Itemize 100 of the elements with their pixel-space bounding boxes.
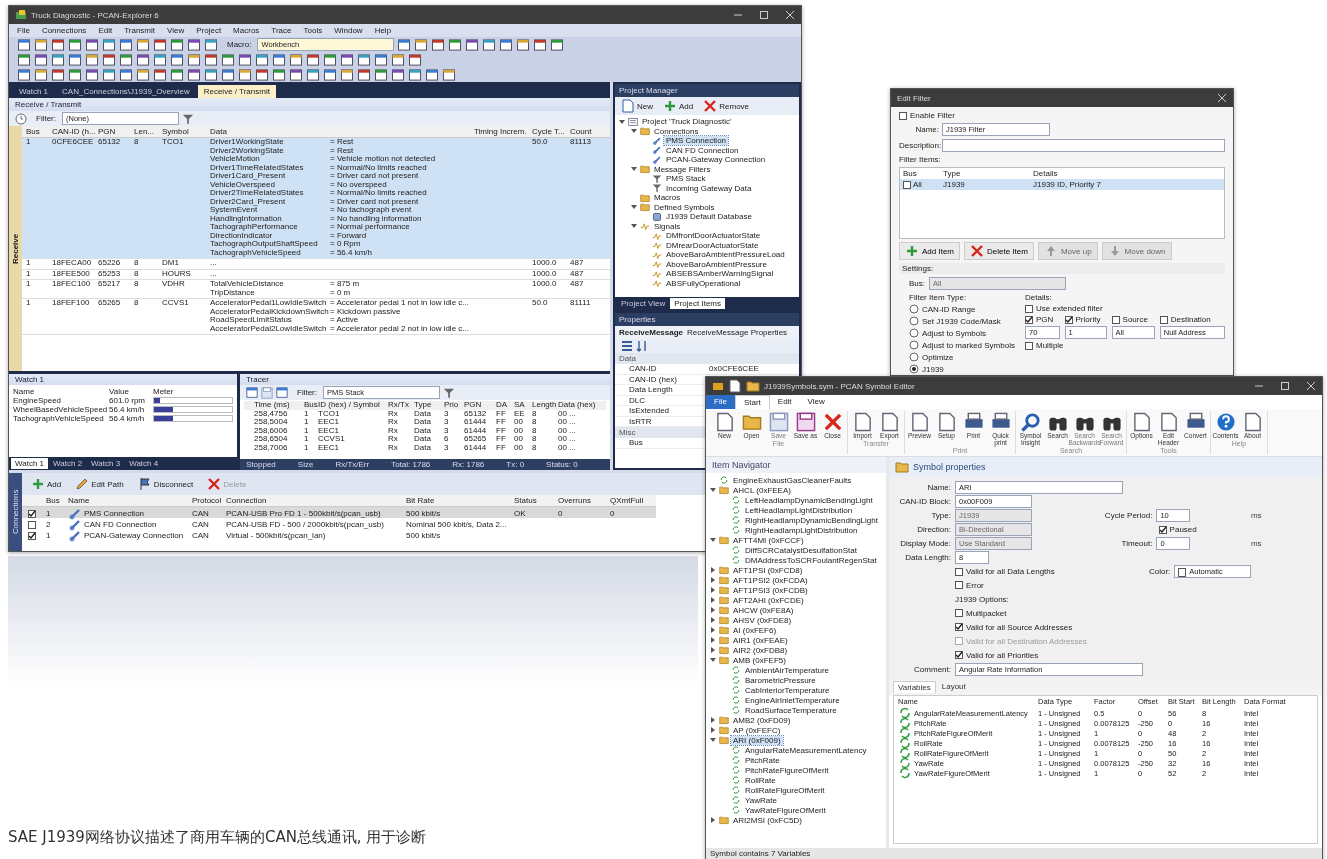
window-icon[interactable] [17, 53, 31, 66]
expander-icon[interactable] [709, 566, 717, 574]
expander-icon[interactable] [709, 606, 717, 614]
expander-icon[interactable] [618, 117, 626, 126]
tree-item[interactable]: Macros [652, 193, 683, 203]
menu-item[interactable]: Transmit [124, 26, 155, 35]
tree-item[interactable]: Defined Symbols [652, 202, 717, 212]
checkbox[interactable] [1025, 304, 1033, 313]
column-header[interactable]: Protocol [192, 495, 222, 506]
checkbox[interactable] [28, 510, 36, 518]
checkbox[interactable] [903, 180, 911, 189]
column-header[interactable]: Meter [153, 387, 233, 396]
window-icon[interactable] [374, 68, 388, 81]
menu-item[interactable]: Tools [303, 26, 323, 35]
tree-item[interactable]: AMB2 (0xFD09) [731, 715, 793, 725]
window-icon[interactable] [550, 38, 565, 51]
menu-item[interactable]: Trace [271, 26, 292, 35]
tree-item[interactable]: RollRateFigureOfMerit [743, 785, 827, 795]
tree-item[interactable]: AboveBaroAmbientPressureLoad [664, 250, 787, 260]
expander-icon[interactable] [709, 536, 717, 544]
window-icon[interactable] [119, 53, 133, 66]
table-row[interactable]: 1 PMS Connection CAN PCAN-USB Pro FD 1 - 500kbit/s(pcan_usb) 500 kbit/s OK 0 0 [22, 507, 656, 518]
toolbar-button[interactable]: Edit Path [72, 476, 127, 492]
tree-item[interactable]: AMB (0xFEF5) [731, 655, 788, 665]
expander-icon[interactable] [709, 486, 717, 494]
tab[interactable]: Watch 1 [13, 85, 55, 98]
window-icon[interactable] [408, 68, 422, 81]
window-icon[interactable] [272, 53, 286, 66]
column-header[interactable]: DA [496, 401, 514, 410]
close-icon[interactable] [1217, 93, 1227, 103]
window-icon[interactable] [306, 68, 320, 81]
window-icon[interactable] [482, 38, 497, 51]
tree-item[interactable]: DMrearDoorActuatorState [664, 240, 761, 250]
close-icon[interactable] [785, 10, 795, 20]
column-header[interactable]: Rx/Tx [388, 401, 414, 410]
checkbox[interactable] [955, 581, 963, 589]
tree-item[interactable]: Message Filters [652, 164, 713, 174]
tree-item[interactable]: RollRate [743, 775, 778, 785]
checkbox[interactable] [28, 532, 36, 540]
tree-item[interactable]: AngularRateMeasurementLatency [743, 745, 869, 755]
expander-icon[interactable] [709, 716, 717, 724]
window-icon[interactable] [34, 53, 48, 66]
column-header[interactable]: PGN [464, 401, 496, 410]
checkbox[interactable] [1158, 525, 1167, 534]
category-icon[interactable] [621, 340, 633, 352]
window-icon[interactable] [204, 38, 218, 51]
column-header[interactable]: PGN [98, 127, 130, 136]
window-icon[interactable] [408, 53, 422, 66]
window-icon[interactable] [102, 38, 116, 51]
tree-item[interactable]: ABSEBSAmberWarningSignal [664, 269, 776, 279]
tab[interactable]: CAN_Connections\J1939_Overview [56, 85, 196, 98]
window-icon[interactable] [289, 53, 303, 66]
column-header[interactable]: Type [943, 169, 1033, 178]
window-icon[interactable] [51, 38, 65, 51]
tree-item[interactable]: RightHeadlampLightDistribution [743, 525, 860, 535]
expander-icon[interactable] [709, 636, 717, 644]
column-header[interactable]: QXmtFull [610, 495, 650, 506]
table-row[interactable]: All J1939 J1939 ID, Priority 7 [900, 179, 1224, 190]
window-icon[interactable] [187, 38, 201, 51]
expander-icon[interactable] [709, 816, 717, 824]
expander-icon[interactable] [709, 726, 717, 734]
radio-button[interactable] [909, 352, 919, 362]
window-icon[interactable] [391, 53, 405, 66]
tree-item[interactable]: AIR1 (0xFEAE) [731, 635, 790, 645]
tree-item[interactable]: BarometricPressure [743, 675, 818, 685]
radio-button[interactable] [909, 304, 919, 314]
checkbox[interactable] [1159, 315, 1168, 324]
toolbar-button[interactable]: Add [28, 476, 65, 492]
column-header[interactable]: Name [13, 387, 109, 396]
window-icon[interactable] [119, 38, 133, 51]
window-icon[interactable] [221, 53, 235, 66]
menu-item[interactable]: Window [334, 26, 363, 35]
tree-item[interactable]: AmbientAirTemperature [743, 665, 832, 675]
window-icon[interactable] [51, 53, 65, 66]
window-icon[interactable] [289, 68, 303, 81]
window-icon[interactable] [68, 38, 82, 51]
tab[interactable]: Watch 4 [125, 458, 163, 469]
column-header[interactable]: Status [514, 495, 554, 506]
tab[interactable]: Variables [893, 681, 936, 693]
column-header[interactable]: Data [210, 127, 470, 136]
tree-item[interactable]: EngineExhaustGasCleanerFaults [731, 475, 854, 485]
button[interactable]: Add Item [899, 242, 960, 260]
expander-icon[interactable] [709, 646, 717, 654]
column-header[interactable]: Time (ms) [254, 401, 304, 410]
window-icon[interactable] [431, 38, 446, 51]
table-row[interactable]: 1 18FEC100 65217 8 VDHR TotalVehicleDistance = 875 m TripDistance = 0 m 1000.0 487 [22, 280, 610, 299]
radio-button[interactable] [909, 316, 919, 326]
menu-item[interactable]: Macros [233, 26, 260, 35]
window-icon[interactable] [119, 68, 133, 81]
window-icon[interactable] [34, 68, 48, 81]
table-row[interactable] [22, 299, 610, 335]
window-icon[interactable] [255, 53, 269, 66]
column-header[interactable]: Details [1033, 169, 1221, 178]
column-header[interactable]: Timing Increm. [474, 127, 528, 136]
tab[interactable]: Receive / Transmit [197, 85, 276, 98]
table-row[interactable]: 1 PCAN-Gateway Connection CAN Virtual - 500kbit/s(pcan_lan) 500 kbit/s [22, 529, 656, 540]
column-header[interactable]: Prio [444, 401, 464, 410]
checkbox[interactable] [955, 609, 963, 617]
window-icon[interactable] [374, 53, 388, 66]
window-icon[interactable] [102, 68, 116, 81]
